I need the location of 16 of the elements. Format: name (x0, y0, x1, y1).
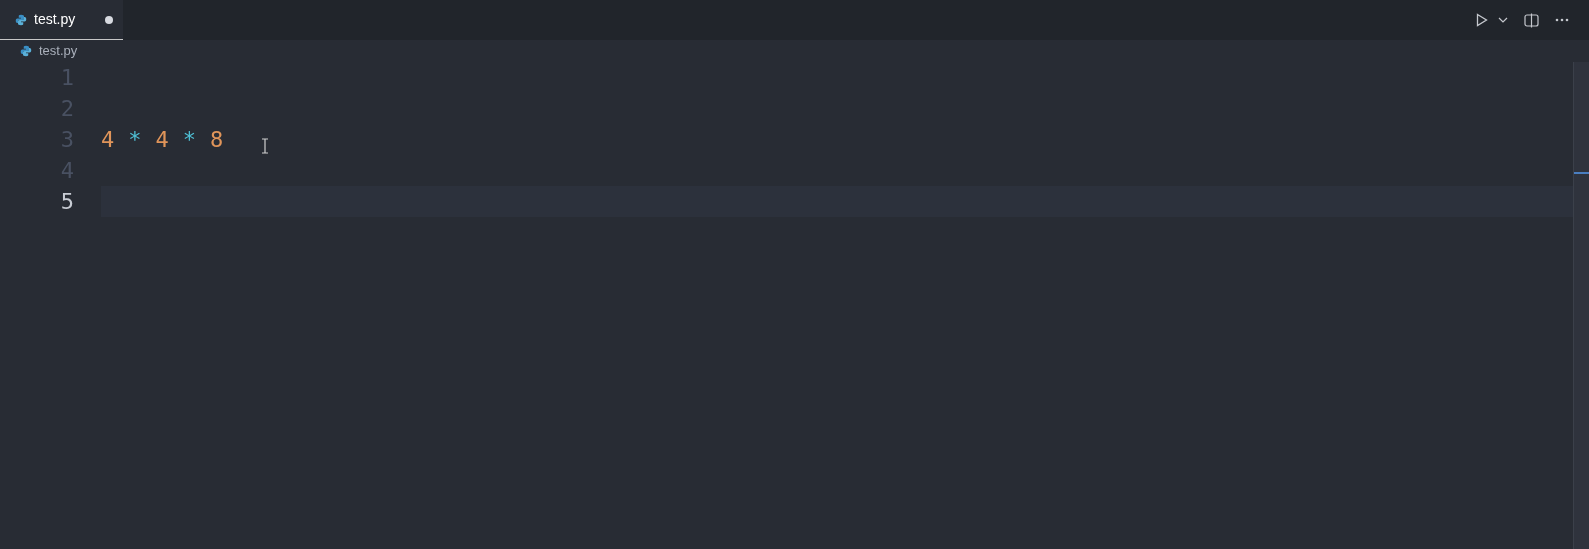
python-file-icon (20, 45, 32, 57)
chevron-down-icon[interactable] (1498, 17, 1508, 23)
run-icon[interactable] (1476, 13, 1488, 27)
code-token: 8 (210, 126, 224, 154)
code-token: 4 (101, 126, 115, 154)
split-editor-icon[interactable] (1524, 12, 1539, 28)
line-number: 5 (59, 188, 74, 216)
text-cursor-icon (261, 138, 269, 154)
editor-tab[interactable]: test.py (0, 0, 123, 40)
python-file-icon (15, 13, 27, 26)
code-token: 4 (155, 126, 169, 154)
code-token: * (128, 126, 142, 154)
scrollbar[interactable] (1573, 62, 1589, 549)
more-icon[interactable] (1555, 18, 1569, 22)
breadcrumb-item[interactable]: test.py (39, 41, 78, 61)
code-token: * (182, 126, 196, 154)
